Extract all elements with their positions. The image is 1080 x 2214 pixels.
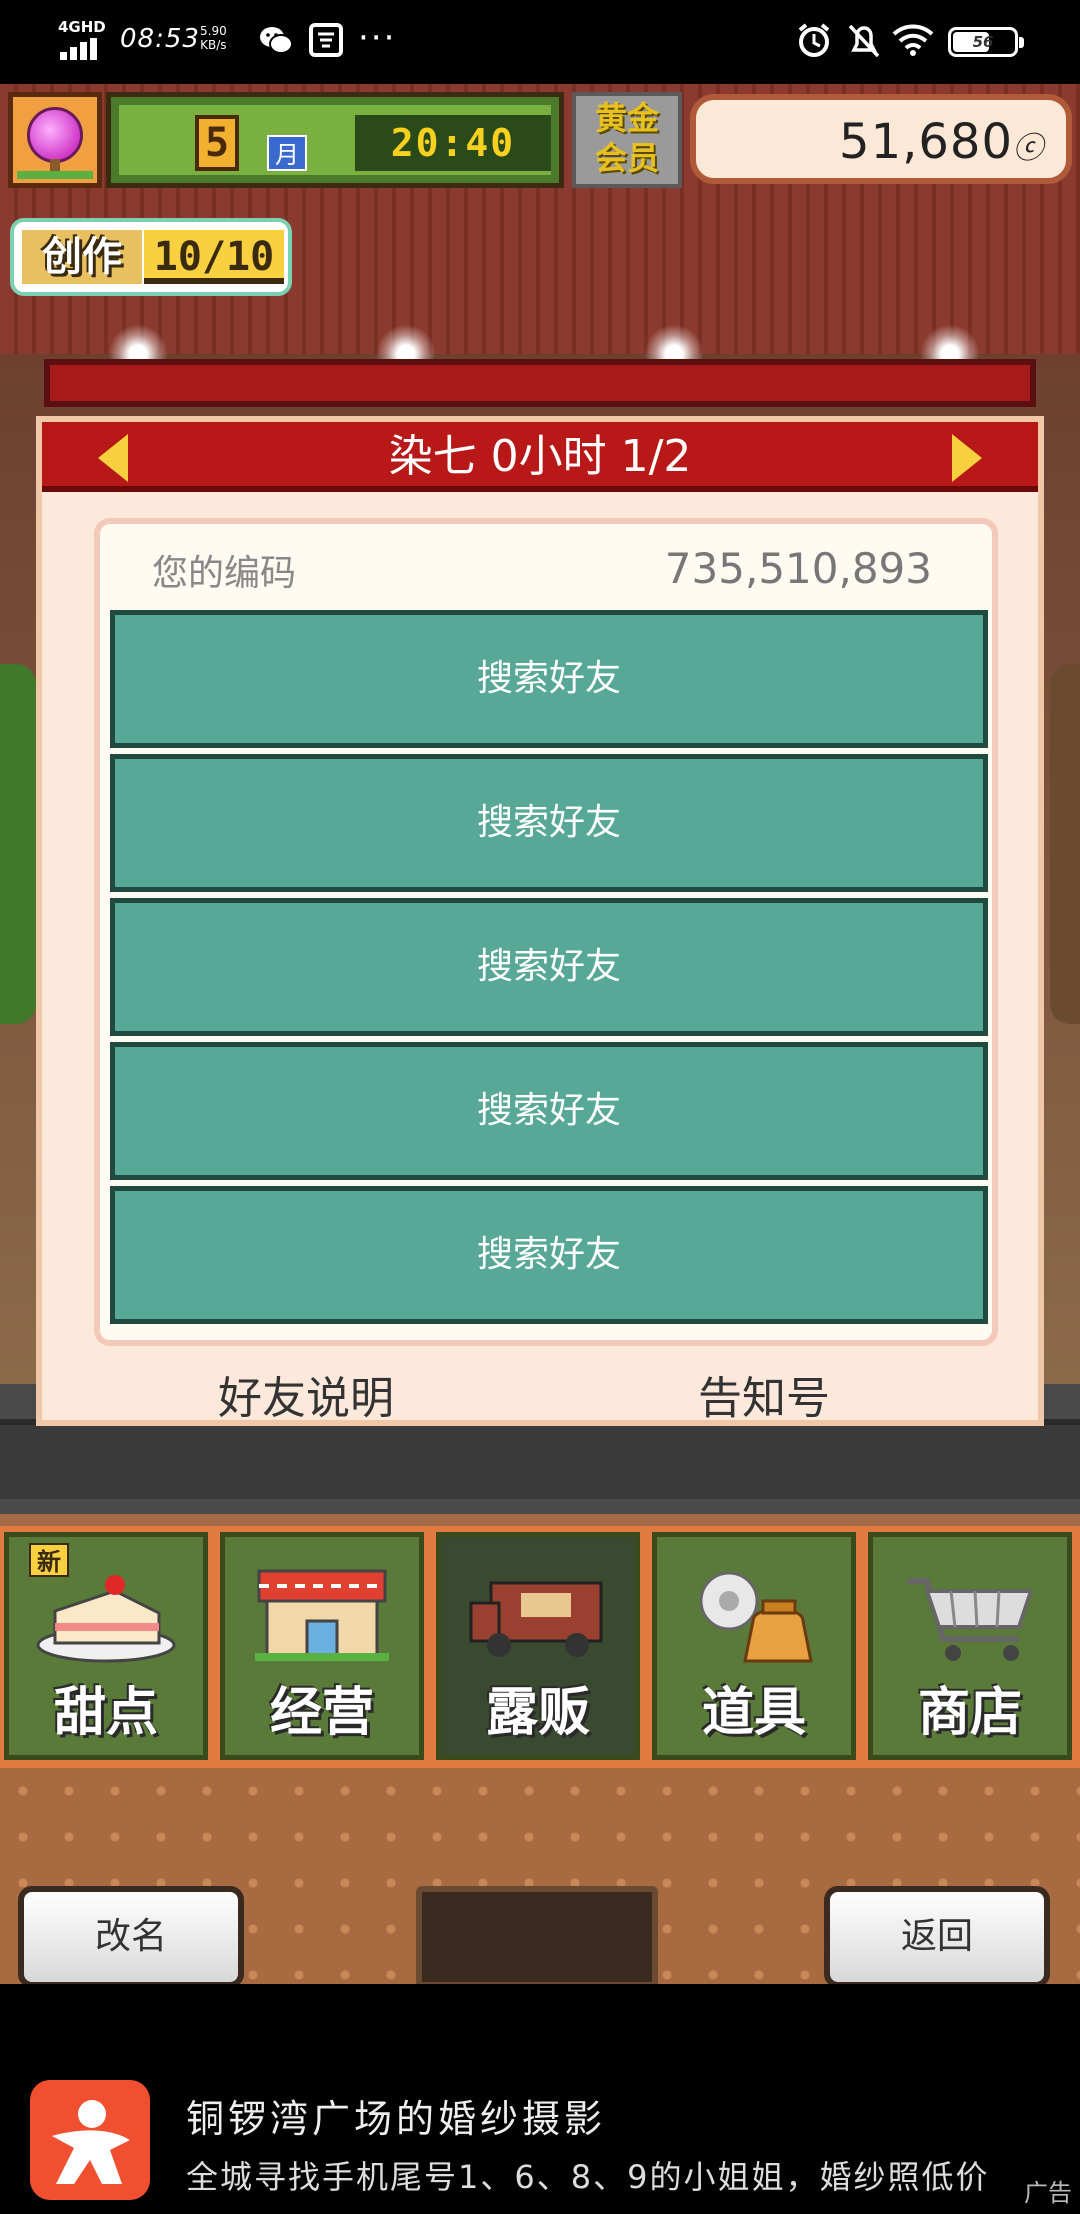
main-tab-bar: 新 甜点 经营 露贩 道具 商店: [0, 1526, 1080, 1768]
status-time: 08:53: [120, 24, 200, 54]
ad-app-logo-icon[interactable]: [30, 2080, 150, 2200]
friend-list-panel: 您的编码 735,510,893 搜索好友 搜索好友 搜索好友 搜索好友 搜索好…: [94, 518, 998, 1346]
pink-tree-icon: [27, 107, 83, 163]
dialog-header: 染七 0小时 1/2: [42, 422, 1038, 492]
back-button[interactable]: 返回: [824, 1886, 1050, 1984]
wechat-icon: [260, 27, 293, 54]
ad-label: 广告: [1024, 2179, 1072, 2207]
empty-slot: [416, 1886, 658, 1984]
your-code-label: 您的编码: [152, 553, 297, 594]
search-friend-slot[interactable]: 搜索好友: [110, 754, 988, 892]
wifi-icon: [892, 24, 934, 56]
game-clock: 20:40: [355, 115, 551, 171]
network-type: 4GHD: [58, 18, 106, 36]
tab-store[interactable]: 商店: [868, 1532, 1072, 1760]
shop-building-icon: [255, 1569, 389, 1661]
battery-icon: 56: [948, 27, 1024, 57]
tab-dessert[interactable]: 新 甜点: [4, 1532, 208, 1760]
gold-member-badge[interactable]: 黄金 会员: [572, 92, 682, 188]
rename-button[interactable]: 改名: [18, 1886, 244, 1984]
bottom-action-bar: 改名 返回: [0, 1768, 1080, 1984]
signal-icon: [60, 38, 100, 60]
search-friend-slot[interactable]: 搜索好友: [110, 898, 988, 1036]
ad-description[interactable]: 全城寻找手机尾号1、6、8、9的小姐姐，婚纱照低价: [186, 2152, 1066, 2198]
ad-title[interactable]: 铜锣湾广场的婚纱摄影: [186, 2088, 606, 2143]
create-counter[interactable]: 创作 10/10: [10, 218, 292, 296]
friends-dialog: 染七 0小时 1/2 您的编码 735,510,893 搜索好友 搜索好友 搜索…: [36, 416, 1044, 1426]
search-friend-slot[interactable]: 搜索好友: [110, 610, 988, 748]
gear-and-bag-icon: [699, 1571, 813, 1663]
your-code-value: 735,510,893: [664, 544, 932, 593]
alarm-icon: [798, 23, 830, 57]
net-speed: 5.90 KB/s: [200, 24, 227, 52]
create-count: 10/10: [144, 230, 284, 284]
date-time-panel: 5 月 20:40: [106, 92, 564, 188]
money-value: 51,680ⓒ: [839, 114, 1044, 170]
next-page-arrow-icon[interactable]: [952, 434, 982, 482]
ad-banner[interactable]: 铜锣湾广场的婚纱摄影 全城寻找手机尾号1、6、8、9的小姐姐，婚纱照低价 广告: [0, 1984, 1080, 2214]
tab-food-truck[interactable]: 露贩: [436, 1532, 640, 1760]
search-friend-slot[interactable]: 搜索好友: [110, 1186, 988, 1324]
mute-bell-icon: [848, 24, 880, 58]
battery-level: 56: [972, 33, 994, 51]
tiktok-style-icon: [309, 23, 343, 57]
food-truck-icon: [469, 1581, 603, 1657]
coin-icon: ⓒ: [1013, 131, 1044, 166]
storefront-decoration: [1050, 664, 1080, 1024]
month-unit: 月: [267, 135, 307, 171]
more-notifications: ···: [358, 18, 397, 58]
shopping-cart-icon: [907, 1578, 1034, 1661]
tab-items[interactable]: 道具: [652, 1532, 856, 1760]
awning-rail: [44, 359, 1036, 407]
street-rail: [0, 1419, 1080, 1499]
shop-avatar[interactable]: [8, 92, 102, 188]
notify-id-link[interactable]: 告知号: [698, 1362, 830, 1426]
game-scene: 5 月 20:40 黄金 会员 51,680ⓒ 创作 10/10 染七 0小时 …: [0, 84, 1080, 1984]
tab-manage[interactable]: 经营: [220, 1532, 424, 1760]
month-number: 5: [195, 115, 239, 171]
friend-info-link[interactable]: 好友说明: [218, 1362, 394, 1426]
tree-decoration: [0, 664, 36, 1024]
new-badge: 新: [29, 1543, 69, 1577]
search-friend-slot[interactable]: 搜索好友: [110, 1042, 988, 1180]
dialog-title: 染七 0小时 1/2: [388, 431, 692, 482]
status-bar: 4GHD 08:53 5.90 KB/s ··· 56: [0, 0, 1080, 84]
create-label: 创作: [22, 230, 142, 284]
money-display: 51,680ⓒ: [690, 94, 1072, 184]
